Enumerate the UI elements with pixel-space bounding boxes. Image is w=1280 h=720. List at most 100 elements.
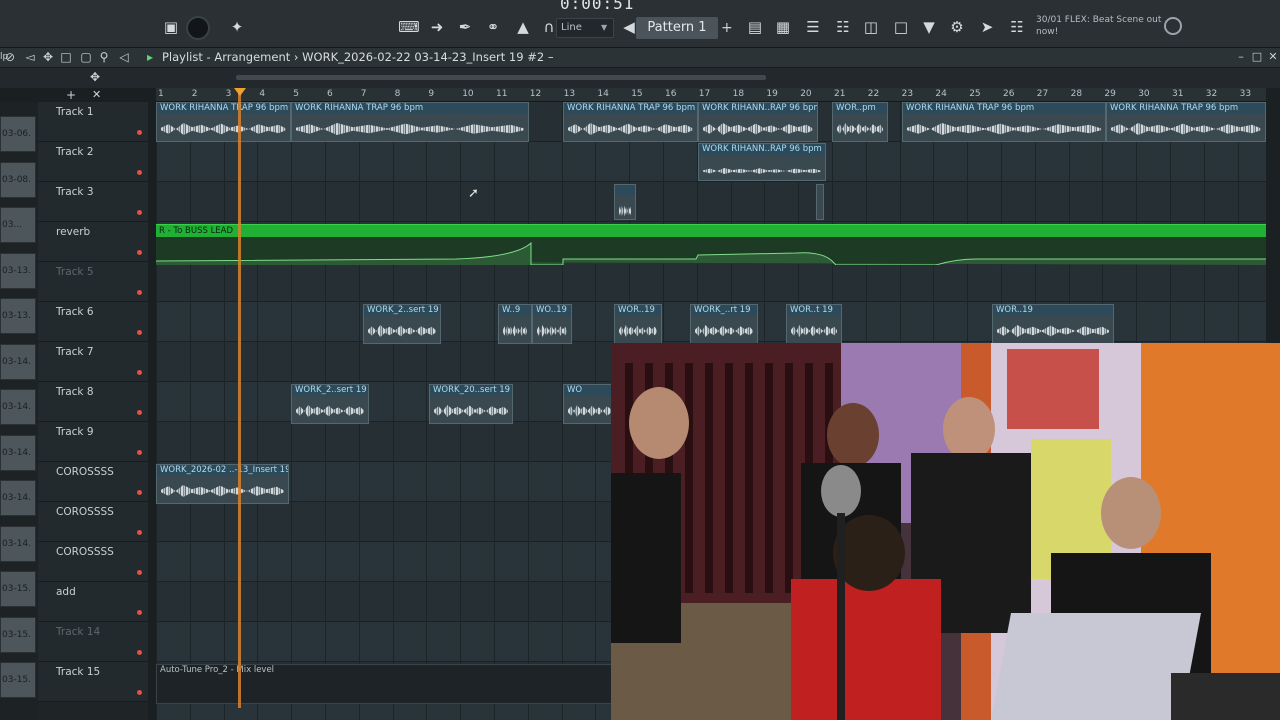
cart-icon[interactable]: ☷ [1006,16,1028,38]
close-icon[interactable]: ✕ [1266,50,1280,63]
track-mute-led[interactable] [137,570,142,575]
sample-thumb[interactable]: 03-15. [0,616,36,653]
audio-clip[interactable]: WORK_..rt 19 [690,304,758,344]
track-mute-led[interactable] [137,210,142,215]
news-ticker[interactable]: 30/01 FLEX: Beat Scene out now! [1036,14,1166,38]
track-mute-led[interactable] [137,370,142,375]
track-header[interactable]: add [38,582,148,622]
audio-clip[interactable] [816,184,824,220]
track-mute-led[interactable] [137,490,142,495]
plugin-icon[interactable]: ▼ [918,16,940,38]
playlist-icon[interactable]: ▤ [744,16,766,38]
automation-clip[interactable]: R - To BUSS LEAD [156,224,1266,265]
track-header[interactable]: Track 14 [38,622,148,662]
move-icon[interactable]: ✥ [40,50,56,64]
automation-clip[interactable]: Auto-Tune Pro_2 - Mix level [156,664,616,704]
mixer-icon[interactable]: ☷ [832,16,854,38]
audio-clip[interactable]: WORK_2026-02 ..-13_Insert 19 [156,464,289,504]
track-header[interactable]: Track 1 [38,102,148,142]
audio-clip[interactable]: WORK_2..sert 19 [291,384,369,424]
speaker-icon[interactable]: ◅ [22,50,38,64]
pattern-selector[interactable]: Pattern 1 [636,17,718,39]
track-mute-led[interactable] [137,290,142,295]
audio-clip[interactable]: W..9 [498,304,532,344]
remove-track-icon[interactable]: ✕ [92,88,101,101]
audio-clip[interactable]: WORK RIHANNA TRAP 96 bpm [563,102,698,142]
tools-icon[interactable]: ⚙ [946,16,968,38]
track-mute-led[interactable] [137,690,142,695]
lock-icon[interactable]: ▣ [160,16,182,38]
song-overview[interactable] [156,72,1266,82]
track-mute-led[interactable] [137,170,142,175]
sample-thumb[interactable]: 03-06. [0,116,36,152]
add-pattern-button[interactable]: + [721,17,733,39]
audio-clip[interactable]: WORK_20..sert 19 [429,384,513,424]
fit-icon[interactable]: ▢ [78,50,94,64]
track-mute-led[interactable] [137,530,142,535]
sample-thumb[interactable]: 03-14. [0,480,36,516]
audio-clip[interactable]: WOR..19 [992,304,1114,344]
sample-thumb[interactable]: 03-14. [0,525,36,562]
audio-clip[interactable]: WORK RIHANNA TRAP 96 bpm [902,102,1106,142]
select-icon[interactable]: □ [58,50,74,64]
pin-icon[interactable]: ✦ [226,16,248,38]
track-header[interactable]: Track 7 [38,342,148,382]
sample-thumb[interactable]: 03-14. [0,389,36,425]
playhead[interactable] [238,88,241,708]
track-mute-led[interactable] [137,250,142,255]
track-header[interactable]: Track 3 [38,182,148,222]
piano-roll-icon[interactable]: ▦ [772,16,794,38]
sample-thumb[interactable]: 03-08. [0,161,36,198]
track-header[interactable]: Track 9 [38,422,148,462]
audio-clip[interactable]: WORK RIHANN..RAP 96 bpm [698,102,818,142]
brush-icon[interactable]: ✒ [454,16,476,38]
track-header[interactable]: Track 5 [38,262,148,302]
sample-thumb[interactable]: 03... [0,207,36,243]
timeline-ruler[interactable]: 1 2 3 4 5 6 7 8 9 10 11 12 13 14 15 16 17 18 19 20 21 22 23 24 2… [156,88,1266,102]
sample-thumb[interactable]: 03-14. [0,434,36,471]
track-header[interactable]: Track 8 [38,382,148,422]
track-header[interactable]: Track 6 [38,302,148,342]
track-header[interactable]: Track 2 [38,142,148,182]
sample-thumb[interactable]: 03-15. [0,571,36,607]
track-mute-led[interactable] [137,650,142,655]
audio-clip[interactable]: WORK RIHANNA TRAP 96 bpm [291,102,529,142]
track-mute-led[interactable] [137,410,142,415]
speaker-out-icon[interactable]: ◁ [116,50,132,64]
audio-clip[interactable]: WORK_2..sert 19 [363,304,441,344]
playhead-marker[interactable] [234,88,246,96]
link-icon[interactable]: ⚭ [482,16,504,38]
audio-clip[interactable]: WORK RIHANNA TRAP 96 bpm [1106,102,1266,142]
browser-icon[interactable]: ◫ [860,16,882,38]
audio-clip[interactable]: WOR..19 [614,304,662,344]
track-header[interactable]: reverb [38,222,148,262]
track-mute-led[interactable] [137,610,142,615]
audio-clip[interactable] [614,184,636,220]
sample-thumb[interactable]: 03-13. [0,252,36,289]
track-header[interactable]: COROSSSS [38,542,148,582]
minimize-icon[interactable]: – [1234,50,1248,63]
track-mute-led[interactable] [137,130,142,135]
audio-clip[interactable]: WORK RIHANN..RAP 96 bpm [698,143,826,181]
track-header[interactable]: Track 15 [38,662,148,702]
channel-rack-icon[interactable]: ☰ [802,16,824,38]
track-header[interactable]: COROSSSS [38,462,148,502]
sample-thumb[interactable]: 03-15. [0,662,36,698]
file-icon[interactable]: □ [890,16,912,38]
track-mute-led[interactable] [137,330,142,335]
track-header[interactable]: COROSSSS [38,502,148,542]
sample-thumb[interactable]: 03-13. [0,298,36,334]
zoom-icon[interactable]: ⚲ [96,50,112,64]
sample-thumb[interactable]: 03-14. [0,343,36,380]
maximize-icon[interactable]: □ [1250,50,1264,63]
keyboard-icon[interactable]: ⌨ [398,16,420,38]
add-track-icon[interactable]: + [66,88,76,102]
arrow-icon[interactable]: ➤ [976,16,998,38]
no-entry-icon[interactable]: ⊘ [2,50,18,64]
move-tool-icon[interactable]: ✥ [90,70,100,84]
audio-clip[interactable]: WO..19 [532,304,572,344]
audio-clip[interactable]: WOR..t 19 [786,304,842,344]
stamp-icon[interactable]: ▲ [512,16,534,38]
globe-icon[interactable] [1164,17,1182,35]
track-mute-led[interactable] [137,450,142,455]
